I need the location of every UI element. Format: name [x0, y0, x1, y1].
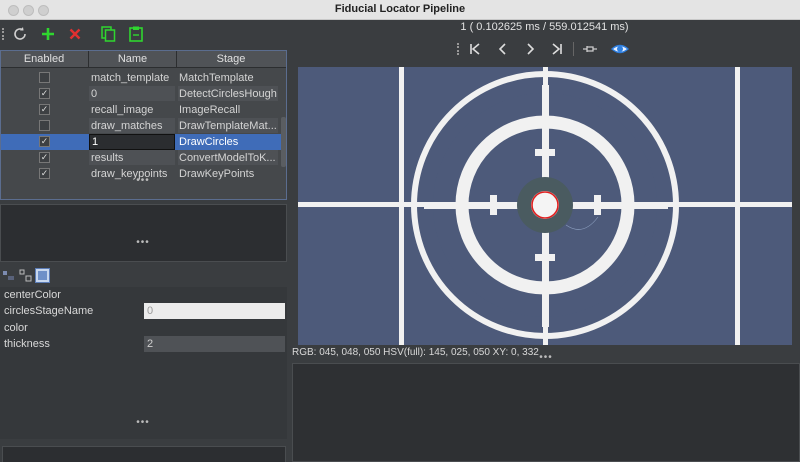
enabled-checkbox[interactable]: ✓ [39, 168, 50, 179]
pixel-info-status: RGB: 045, 048, 050 HSV(full): 145, 025, … [292, 347, 539, 358]
image-viewer-pane: 1 ( 0.102625 ms / 559.012541 ms) RGB: 04… [289, 20, 800, 462]
remove-icon[interactable] [65, 24, 85, 44]
property-label: thickness [4, 338, 50, 350]
stage-type: ImageRecall [179, 104, 241, 116]
navigation-toolbar [449, 40, 649, 60]
stage-name: draw_keypoints [91, 168, 168, 180]
pipeline-pane: Enabled Name Stage match_template MatchT… [0, 20, 289, 462]
enabled-checkbox[interactable] [39, 120, 50, 131]
column-enabled[interactable]: Enabled [1, 53, 87, 65]
fiducial-image [298, 67, 792, 345]
stage-type: DrawCircles [179, 136, 239, 148]
toolbar-grip-icon[interactable] [457, 43, 460, 55]
property-row[interactable]: circlesStageName 0 [0, 303, 287, 319]
table-row[interactable]: ✓ 0 DetectCirclesHough [1, 86, 286, 102]
table-scrollbar[interactable] [281, 117, 286, 167]
stage-name-editor[interactable]: 1 [89, 134, 175, 150]
pipeline-toolbar [0, 20, 289, 48]
next-frame-icon[interactable] [521, 40, 539, 58]
refresh-icon[interactable] [10, 24, 30, 44]
table-header: Enabled Name Stage [1, 51, 286, 68]
table-row[interactable]: match_template MatchTemplate [1, 70, 286, 86]
stage-name: results [89, 150, 175, 165]
copy-icon[interactable] [98, 24, 118, 44]
splitter-handle-icon[interactable]: ••• [539, 353, 553, 363]
stage-output-panel [0, 204, 287, 262]
stage-type: DrawKeyPoints [179, 168, 255, 180]
first-frame-icon[interactable] [466, 40, 484, 58]
column-stage[interactable]: Stage [177, 53, 285, 65]
stage-type: DetectCirclesHough [178, 86, 278, 101]
property-row[interactable]: color [0, 320, 287, 336]
previous-frame-icon[interactable] [494, 40, 512, 58]
stage-type: ConvertModelToK... [178, 150, 278, 165]
last-frame-icon[interactable] [548, 40, 566, 58]
table-row[interactable]: ✓ results ConvertModelToK... [1, 150, 286, 166]
enabled-checkbox[interactable]: ✓ [39, 136, 50, 147]
stage-name: draw_matches [89, 118, 175, 133]
property-row[interactable]: centerColor [0, 287, 287, 303]
property-row[interactable]: thickness 2 [0, 336, 287, 352]
stage-name: 0 [89, 86, 175, 101]
stage-name: recall_image [91, 104, 154, 116]
description-toggle-icon[interactable] [35, 268, 50, 283]
paste-icon[interactable] [126, 24, 146, 44]
title-bar: Fiducial Locator Pipeline [0, 0, 800, 20]
window-title: Fiducial Locator Pipeline [334, 3, 466, 15]
stage-name: match_template [91, 72, 170, 84]
splitter-handle-icon[interactable]: ••• [136, 418, 150, 428]
toolbar-grip-icon[interactable] [2, 28, 5, 40]
enabled-checkbox[interactable] [39, 72, 50, 83]
pin-icon[interactable] [581, 40, 599, 58]
timing-label: 1 ( 0.102625 ms / 559.012541 ms) [460, 21, 629, 33]
splitter-handle-icon[interactable]: ••• [136, 176, 150, 186]
stage-type: MatchTemplate [179, 72, 254, 84]
image-canvas[interactable] [298, 67, 792, 345]
add-icon[interactable] [38, 24, 58, 44]
table-row[interactable]: draw_matches DrawTemplateMat... [1, 118, 286, 134]
property-label: circlesStageName [4, 305, 94, 317]
column-name[interactable]: Name [89, 53, 176, 65]
sorted-view-icon[interactable] [19, 269, 33, 283]
stage-type: DrawTemplateMat... [178, 118, 278, 133]
property-label: centerColor [4, 289, 61, 301]
enabled-checkbox[interactable]: ✓ [39, 104, 50, 115]
table-row[interactable]: ✓ recall_image ImageRecall [1, 102, 286, 118]
eye-icon[interactable] [611, 40, 629, 58]
categorized-view-icon[interactable] [2, 269, 16, 283]
enabled-checkbox[interactable]: ✓ [39, 152, 50, 163]
thickness-field[interactable]: 2 [144, 336, 285, 352]
property-label: color [4, 322, 28, 334]
properties-toolbar [0, 268, 60, 284]
enabled-checkbox[interactable]: ✓ [39, 88, 50, 99]
splitter-handle-icon[interactable]: ••• [136, 238, 150, 248]
log-panel [292, 363, 800, 462]
circles-stage-name-field[interactable]: 0 [144, 303, 285, 319]
table-row-selected[interactable]: ✓ 1 DrawCircles [1, 134, 286, 150]
property-description-panel [2, 446, 286, 462]
